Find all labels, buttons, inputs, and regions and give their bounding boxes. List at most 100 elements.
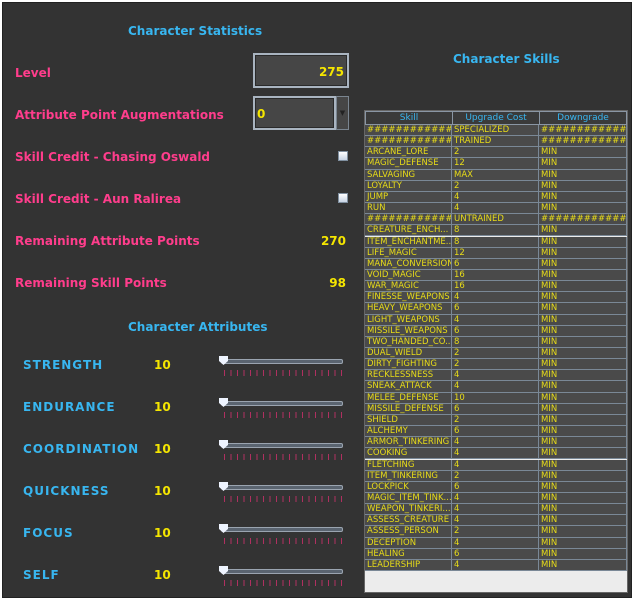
table-row[interactable]: LIGHT_WEAPONS 4 MIN — [365, 314, 627, 326]
downgrade-refund-cell: #################### — [541, 136, 627, 148]
skill-cell: DECEPTION — [365, 537, 452, 549]
skill-cell: ASSESS_CREATURE — [365, 515, 452, 527]
rem-attr-label: Remaining Attribute Points — [15, 234, 200, 248]
upgrade-cost-cell: 2 — [452, 348, 539, 359]
upgrade-cost-cell: 4 — [452, 559, 539, 571]
table-row[interactable]: RUN 4 MIN — [365, 203, 627, 215]
credit1-checkbox[interactable] — [338, 151, 348, 161]
table-row[interactable]: SHIELD 2 MIN — [365, 414, 627, 427]
skill-cell: RUN — [365, 203, 452, 215]
attr-value: 10 — [154, 568, 171, 582]
table-row[interactable]: LEADERSHIP 4 MIN — [365, 559, 627, 571]
table-row[interactable]: WAR_MAGIC 16 MIN — [365, 281, 627, 293]
credit2-checkbox[interactable] — [338, 193, 348, 203]
downgrade-refund-cell: MIN — [539, 292, 627, 304]
table-row[interactable]: HEALING 6 MIN — [365, 548, 627, 560]
table-row[interactable]: VOID_MAGIC 16 MIN — [365, 269, 627, 282]
table-row[interactable]: MISSILE_DEFENSE 6 MIN — [365, 403, 627, 415]
skill-cell: CREATURE_ENCH... — [365, 225, 452, 237]
aug-select[interactable]: 0 — [253, 96, 336, 130]
skill-cell: DIRTY_FIGHTING — [365, 359, 452, 371]
skill-cell: COOKING — [365, 448, 452, 460]
table-row[interactable]: ITEM_ENCHANTME... 8 MIN — [365, 236, 627, 248]
skill-cell: LOYALTY — [365, 180, 452, 192]
attr-value: 10 — [154, 484, 171, 498]
skills-title: Character Skills — [453, 52, 560, 66]
table-row[interactable]: MAGIC_DEFENSE 12 MIN — [365, 158, 627, 170]
table-row[interactable]: DIRTY_FIGHTING 2 MIN — [365, 359, 627, 371]
attr-value: 10 — [154, 442, 171, 456]
skill-cell: JUMP — [365, 191, 452, 203]
skill-cell: DUAL_WIELD — [365, 348, 452, 359]
table-row[interactable]: MAGIC_ITEM_TINK... 4 MIN — [365, 492, 627, 505]
downgrade-refund-cell: MIN — [539, 392, 627, 404]
attr-label: QUICKNESS — [23, 484, 110, 498]
upgrade-cost-cell: 4 — [452, 515, 539, 527]
skill-cell: SNEAK_ATTACK — [365, 381, 452, 393]
table-row[interactable]: DECEPTION 4 MIN — [365, 537, 627, 549]
table-row[interactable]: FINESSE_WEAPONS 4 MIN — [365, 292, 627, 304]
level-input[interactable]: 275 — [253, 53, 349, 88]
table-row[interactable]: ASSESS_PERSON 2 MIN — [365, 526, 627, 538]
upgrade-cost-cell: 8 — [452, 236, 539, 248]
attr-slider[interactable] — [221, 485, 343, 490]
upgrade-cost-cell: 10 — [452, 392, 539, 404]
attr-slider[interactable] — [221, 569, 343, 574]
col-header-skill[interactable]: Skill — [365, 111, 453, 125]
rem-attr-value: 270 — [320, 234, 346, 248]
table-row[interactable]: TWO_HANDED_CO... 8 MIN — [365, 336, 627, 348]
col-header-upgrade-cost[interactable]: Upgrade Cost — [452, 111, 540, 125]
downgrade-refund-cell: MIN — [539, 325, 627, 337]
table-row[interactable]: ALCHEMY 6 MIN — [365, 426, 627, 438]
upgrade-cost-cell: TRAINED — [452, 136, 539, 148]
skill-cell: ALCHEMY — [365, 426, 452, 438]
col-header-downgrade-refund[interactable]: Downgrade Refund — [539, 111, 627, 136]
table-row[interactable]: JUMP 4 MIN — [365, 191, 627, 204]
downgrade-refund-cell: MIN — [539, 225, 627, 237]
upgrade-cost-cell: 12 — [452, 158, 539, 170]
table-row[interactable]: DUAL_WIELD 2 MIN — [365, 348, 627, 360]
table-row[interactable]: ITEM_TINKERING 2 MIN — [365, 470, 627, 482]
attr-label: ENDURANCE — [23, 400, 116, 414]
table-row[interactable]: ASSESS_CREATURE 4 MIN — [365, 515, 627, 527]
table-row[interactable]: ARMOR_TINKERING 4 MIN — [365, 437, 627, 449]
upgrade-cost-cell: 4 — [452, 448, 539, 460]
downgrade-refund-cell: MIN — [539, 348, 627, 359]
table-row[interactable]: COOKING 4 MIN — [365, 448, 627, 460]
table-row[interactable]: SALVAGING MAX MIN — [365, 169, 627, 181]
skill-cell: SALVAGING — [365, 169, 452, 181]
table-row[interactable]: SNEAK_ATTACK 4 MIN — [365, 381, 627, 393]
table-row[interactable]: MISSILE_WEAPONS 6 MIN — [365, 325, 627, 337]
skill-cell: TWO_HANDED_CO... — [367, 336, 452, 348]
slider-ticks — [224, 412, 342, 418]
attr-slider[interactable] — [221, 527, 343, 532]
attr-slider[interactable] — [221, 359, 343, 364]
attr-slider[interactable] — [221, 443, 343, 448]
skill-cell: MANA_CONVERSION — [367, 258, 452, 270]
downgrade-refund-cell: MIN — [539, 191, 627, 203]
skill-cell: ITEM_ENCHANTME... — [367, 236, 452, 248]
downgrade-refund-cell: MIN — [539, 414, 627, 426]
table-row[interactable]: HEAVY_WEAPONS 6 MIN — [365, 303, 627, 315]
table-row[interactable]: LIFE_MAGIC 12 MIN — [365, 247, 627, 259]
table-row[interactable]: ARCANE_LORE 2 MIN — [365, 147, 627, 159]
table-row[interactable]: LOYALTY 2 MIN — [365, 180, 627, 192]
table-row[interactable]: LOCKPICK 6 MIN — [365, 481, 627, 493]
table-row[interactable]: #################### TRAINED ###########… — [365, 136, 627, 148]
table-row[interactable]: MELEE_DEFENSE 10 MIN — [365, 392, 627, 404]
table-row[interactable]: WEAPON_TINKERI... 4 MIN — [365, 504, 627, 516]
table-row[interactable]: FLETCHING 4 MIN — [365, 459, 627, 471]
downgrade-refund-cell: MIN — [539, 470, 627, 482]
table-row[interactable]: RECKLESSNESS 4 MIN — [365, 370, 627, 382]
table-row[interactable]: MANA_CONVERSION 6 MIN — [365, 258, 627, 270]
upgrade-cost-cell: 2 — [452, 414, 539, 426]
table-row[interactable]: #################### UNTRAINED #########… — [365, 214, 627, 226]
downgrade-refund-cell: MIN — [539, 169, 627, 181]
skills-table: Skill Upgrade Cost Downgrade Refund ####… — [364, 110, 628, 593]
chevron-down-icon[interactable]: ▼ — [336, 96, 349, 130]
table-row[interactable]: #################### SPECIALIZED #######… — [365, 125, 627, 137]
upgrade-cost-cell: 4 — [452, 370, 539, 382]
skill-cell: MISSILE_WEAPONS — [365, 325, 452, 337]
table-row[interactable]: CREATURE_ENCH... 8 MIN — [365, 225, 627, 237]
attr-slider[interactable] — [221, 401, 343, 406]
